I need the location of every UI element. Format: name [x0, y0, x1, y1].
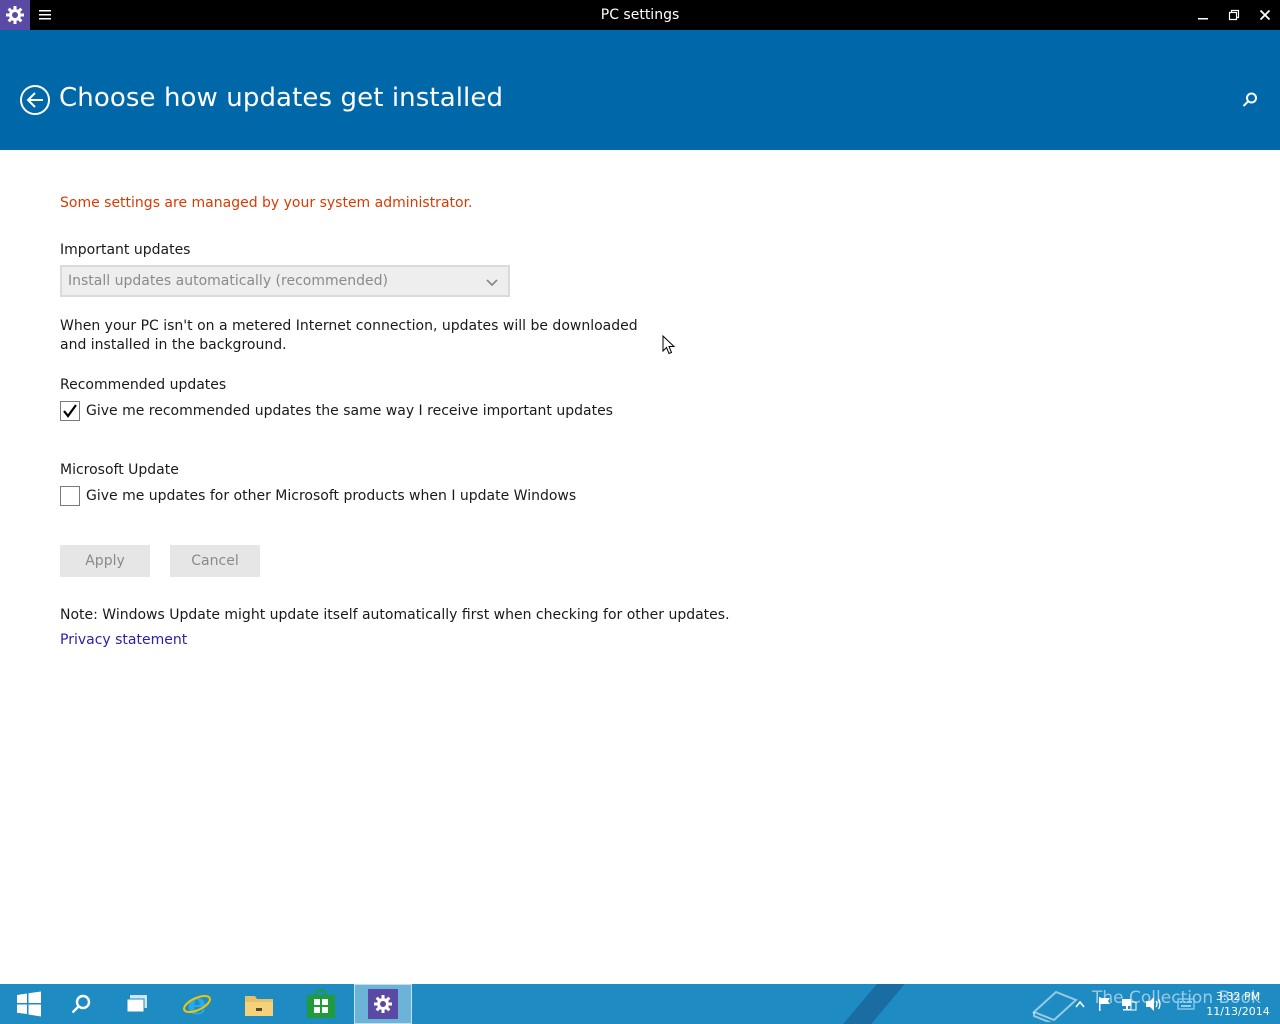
taskbar-search-icon[interactable] [52, 984, 110, 1024]
important-updates-description: When your PC isn't on a metered Internet… [60, 318, 638, 353]
recommended-updates-option[interactable]: Give me recommended updates the same way… [60, 400, 613, 422]
cancel-button[interactable]: Cancel [170, 545, 260, 577]
network-icon[interactable] [1120, 984, 1138, 1024]
window-title: PC settings [600, 7, 680, 23]
windows-logo-icon [17, 991, 41, 1017]
checkmark-icon [63, 404, 77, 418]
important-updates-label: Important updates [60, 242, 191, 258]
keyboard-icon[interactable] [1176, 984, 1196, 1024]
admin-warning: Some settings are managed by your system… [60, 195, 473, 211]
minimize-button[interactable] [1187, 0, 1219, 30]
dropdown-selected-value: Install updates automatically (recommend… [68, 273, 388, 289]
taskbar-clock[interactable]: 3:32 PM 11/13/2014 [1198, 989, 1278, 1019]
mouse-pointer-icon [662, 334, 676, 355]
recommended-updates-checkbox[interactable] [60, 401, 80, 421]
microsoft-update-checkbox-label: Give me updates for other Microsoft prod… [86, 488, 577, 504]
microsoft-update-option[interactable]: Give me updates for other Microsoft prod… [60, 485, 576, 507]
pc-settings-taskbar-icon[interactable] [354, 984, 412, 1024]
page-header: Choose how updates get installed [0, 30, 1280, 150]
clock-date: 11/13/2014 [1206, 1005, 1270, 1018]
title-bar: PC settings [0, 0, 1280, 30]
volume-icon[interactable] [1144, 984, 1164, 1024]
recommended-updates-checkbox-label: Give me recommended updates the same way… [86, 403, 613, 419]
important-updates-dropdown[interactable]: Install updates automatically (recommend… [60, 265, 510, 297]
svg-text:e: e [187, 989, 206, 1019]
page-title: Choose how updates get installed [59, 83, 504, 113]
privacy-statement-link[interactable]: Privacy statement [60, 632, 187, 648]
tray-overflow-chevron-icon[interactable] [1072, 984, 1088, 1024]
apply-button[interactable]: Apply [60, 545, 150, 577]
update-note: Note: Windows Update might update itself… [60, 607, 730, 623]
microsoft-update-checkbox[interactable] [60, 486, 80, 506]
restore-button[interactable] [1218, 0, 1250, 30]
action-center-flag-icon[interactable] [1096, 984, 1114, 1024]
task-view-icon[interactable] [108, 984, 166, 1024]
clock-time: 3:32 PM [1215, 990, 1261, 1003]
search-icon[interactable] [1240, 90, 1260, 110]
file-explorer-icon[interactable] [230, 984, 288, 1024]
taskbar-decoration [834, 984, 914, 1024]
start-button[interactable] [0, 984, 58, 1024]
store-icon[interactable] [292, 984, 350, 1024]
internet-explorer-icon[interactable]: e [168, 984, 226, 1024]
close-button[interactable] [1249, 0, 1280, 30]
taskbar: e The Collection Book 3:32 PM 11/13/2014 [0, 984, 1280, 1024]
chevron-down-icon [486, 276, 498, 287]
microsoft-update-label: Microsoft Update [60, 462, 179, 478]
back-arrow-icon[interactable] [19, 84, 51, 116]
recommended-updates-label: Recommended updates [60, 377, 227, 393]
